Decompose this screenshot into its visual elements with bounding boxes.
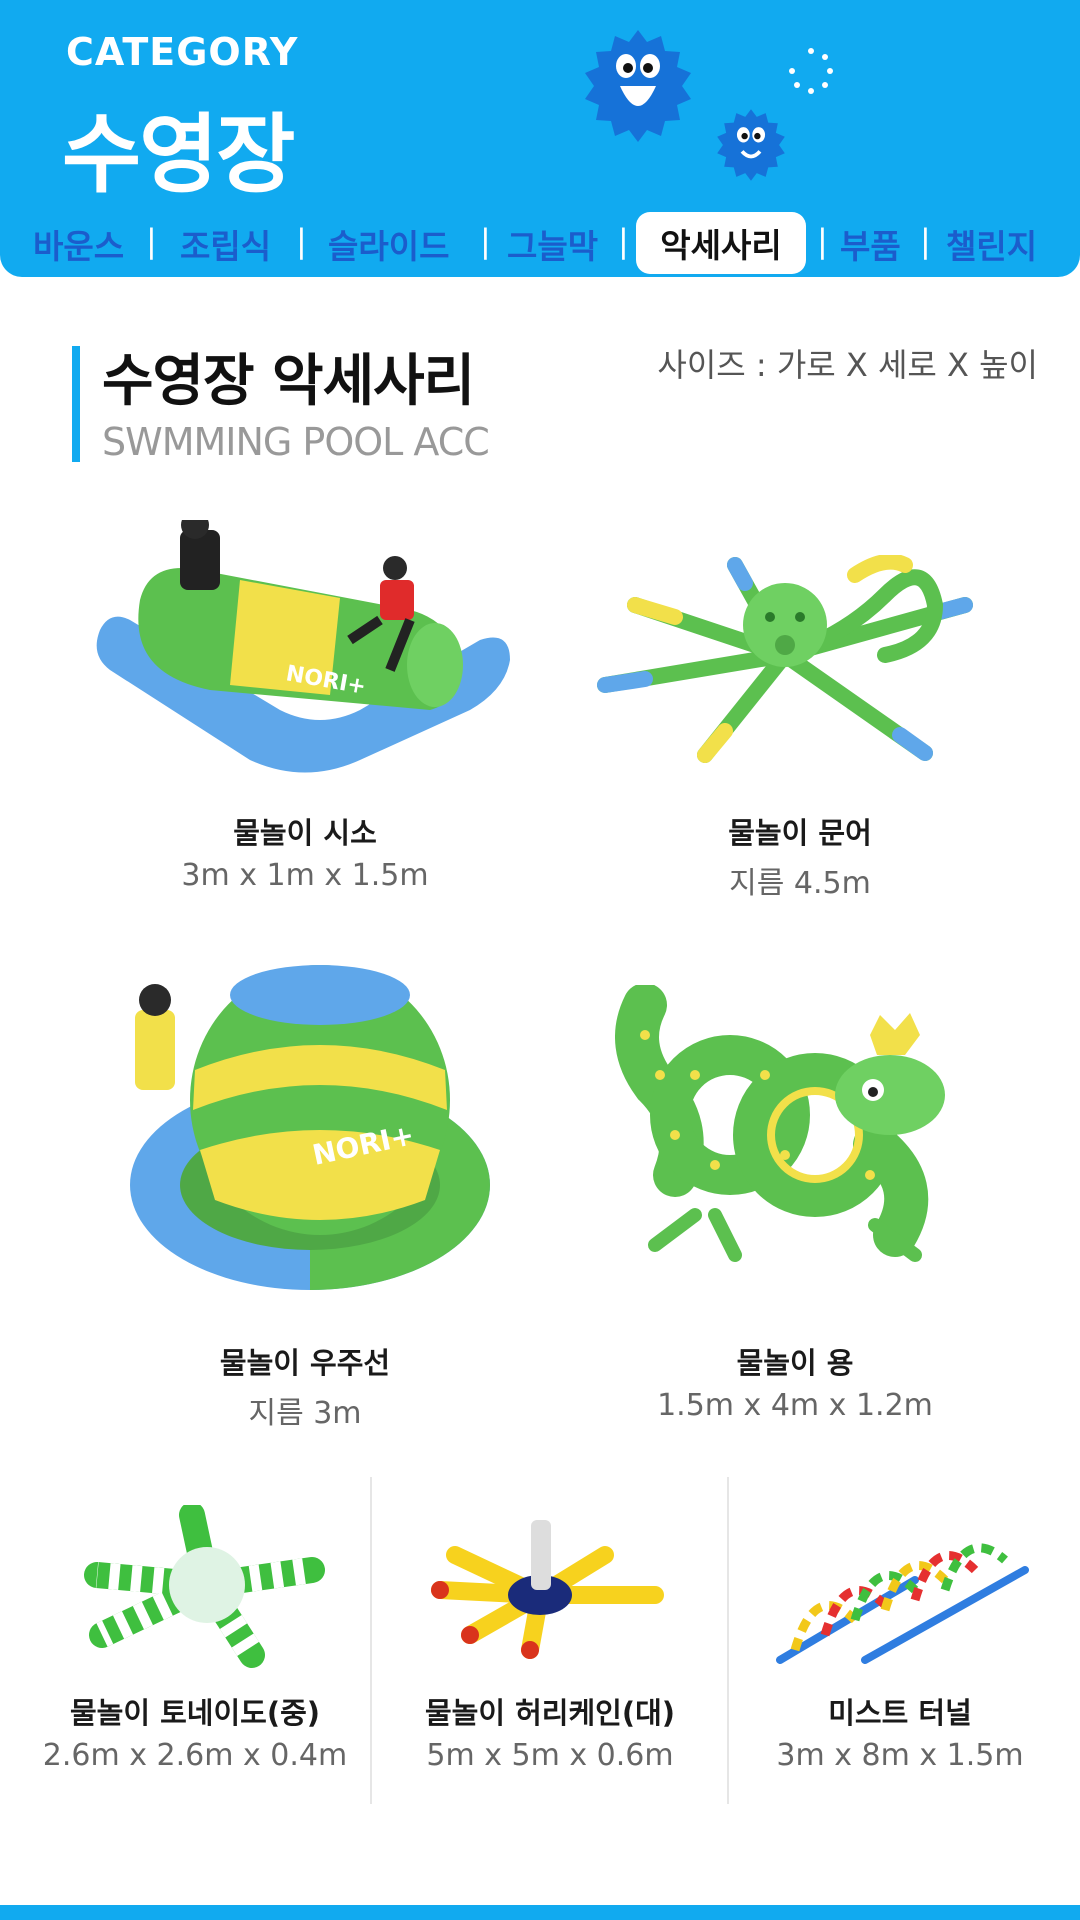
tab-separator: | bbox=[480, 222, 491, 260]
column-divider bbox=[370, 1477, 372, 1804]
sparkle-dots-icon bbox=[789, 48, 833, 94]
product-name: 물놀이 토네이도(중) bbox=[69, 1696, 321, 1730]
tornado-image[interactable] bbox=[82, 1505, 327, 1670]
product-name: 물놀이 용 bbox=[736, 1346, 854, 1380]
footer-accent-line bbox=[0, 1905, 1080, 1920]
category-header: CATEGORY 수영장 바운스 | 조립식 | 슬라이드 | 그늘막 | 악세… bbox=[0, 0, 1080, 277]
product-name: 물놀이 시소 bbox=[233, 816, 377, 850]
hurricane-image[interactable] bbox=[425, 1515, 675, 1660]
tab-separator: | bbox=[920, 222, 931, 260]
section-title: 수영장 악세사리 bbox=[102, 349, 475, 414]
product-card[interactable]: 미스트 터널 3m x 8m x 1.5m bbox=[740, 1690, 1060, 1773]
tab-separator: | bbox=[146, 222, 157, 260]
category-label: CATEGORY bbox=[66, 30, 299, 74]
mascot-small-blob-icon bbox=[717, 109, 785, 181]
product-dimensions: 5m x 5m x 0.6m bbox=[426, 1738, 674, 1773]
mascot-blob-icon bbox=[585, 30, 691, 142]
spaceship-image[interactable]: NORI+ bbox=[125, 950, 495, 1295]
category-tabs: 바운스 | 조립식 | 슬라이드 | 그늘막 | 악세사리 | 부품 | 챌린지 bbox=[0, 208, 1080, 277]
product-dimensions: 3m x 1m x 1.5m bbox=[181, 858, 429, 893]
product-name: 물놀이 문어 bbox=[728, 816, 872, 850]
tab-accessory-active[interactable]: 악세사리 bbox=[636, 212, 806, 274]
product-card[interactable]: 물놀이 토네이도(중) 2.6m x 2.6m x 0.4m bbox=[30, 1690, 360, 1773]
column-divider bbox=[727, 1477, 729, 1804]
tab-parts[interactable]: 부품 bbox=[840, 220, 901, 268]
seesaw-image[interactable]: NORI+ bbox=[90, 520, 520, 780]
tab-separator: | bbox=[817, 222, 828, 260]
tab-slide[interactable]: 슬라이드 bbox=[328, 220, 449, 268]
category-title: 수영장 bbox=[62, 105, 295, 205]
tab-challenge[interactable]: 챌린지 bbox=[946, 220, 1037, 268]
tab-assembly[interactable]: 조립식 bbox=[180, 220, 271, 268]
product-dimensions: 지름 3m bbox=[248, 1396, 362, 1431]
octopus-image[interactable] bbox=[585, 555, 985, 775]
mist-tunnel-image[interactable] bbox=[775, 1520, 1030, 1665]
product-card[interactable]: 물놀이 우주선 지름 3m bbox=[105, 1340, 505, 1432]
dragon-image[interactable] bbox=[615, 985, 975, 1270]
tab-bounce[interactable]: 바운스 bbox=[33, 220, 124, 268]
size-note: 사이즈 : 가로 X 세로 X 높이 bbox=[657, 346, 1038, 384]
tab-shade[interactable]: 그늘막 bbox=[507, 220, 598, 268]
product-card[interactable]: 물놀이 시소 3m x 1m x 1.5m bbox=[105, 810, 505, 893]
section-subtitle: SWMMING POOL ACC bbox=[102, 420, 490, 464]
product-dimensions: 1.5m x 4m x 1.2m bbox=[657, 1388, 933, 1423]
product-card[interactable]: 물놀이 문어 지름 4.5m bbox=[600, 810, 1000, 902]
product-dimensions: 2.6m x 2.6m x 0.4m bbox=[42, 1738, 348, 1773]
tab-separator: | bbox=[618, 222, 629, 260]
product-name: 물놀이 허리케인(대) bbox=[424, 1696, 676, 1730]
product-card[interactable]: 물놀이 허리케인(대) 5m x 5m x 0.6m bbox=[390, 1690, 710, 1773]
section-accent-bar bbox=[72, 346, 80, 462]
product-name: 물놀이 우주선 bbox=[219, 1346, 391, 1380]
product-card[interactable]: 물놀이 용 1.5m x 4m x 1.2m bbox=[595, 1340, 995, 1423]
tab-separator: | bbox=[296, 222, 307, 260]
product-name: 미스트 터널 bbox=[828, 1696, 972, 1730]
product-dimensions: 지름 4.5m bbox=[729, 866, 871, 901]
product-dimensions: 3m x 8m x 1.5m bbox=[776, 1738, 1024, 1773]
